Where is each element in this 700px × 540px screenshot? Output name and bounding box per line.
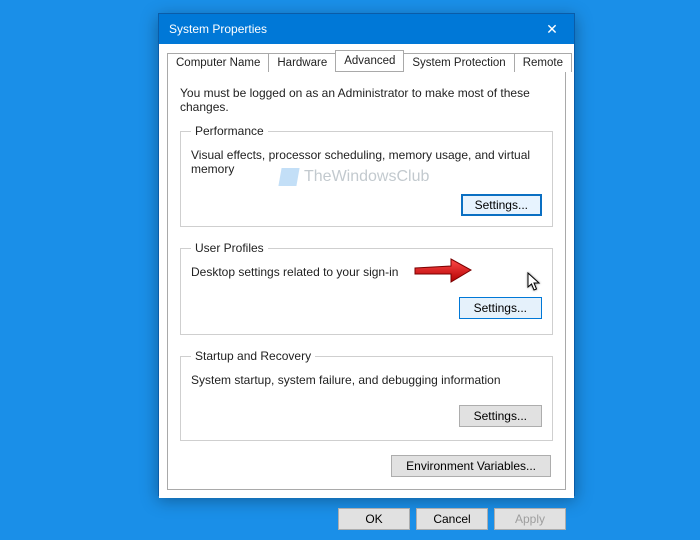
tab-strip: Computer Name Hardware Advanced System P… (167, 50, 566, 71)
close-button[interactable]: ✕ (530, 14, 574, 44)
startup-recovery-group: Startup and Recovery System startup, sys… (180, 349, 553, 441)
user-profiles-group: User Profiles Desktop settings related t… (180, 241, 553, 335)
window-title: System Properties (169, 22, 267, 36)
admin-notice: You must be logged on as an Administrato… (180, 86, 553, 114)
performance-settings-button[interactable]: Settings... (461, 194, 542, 216)
tab-computer-name[interactable]: Computer Name (167, 53, 269, 72)
user-profiles-legend: User Profiles (191, 241, 268, 255)
client-area: Computer Name Hardware Advanced System P… (159, 44, 574, 498)
tab-hardware[interactable]: Hardware (268, 53, 336, 72)
titlebar: System Properties ✕ (159, 14, 574, 44)
tab-system-protection[interactable]: System Protection (403, 53, 514, 72)
environment-variables-button[interactable]: Environment Variables... (391, 455, 551, 477)
user-profiles-settings-button[interactable]: Settings... (459, 297, 542, 319)
startup-recovery-desc: System startup, system failure, and debu… (191, 373, 542, 387)
tab-remote[interactable]: Remote (514, 53, 572, 72)
performance-desc: Visual effects, processor scheduling, me… (191, 148, 542, 176)
tab-advanced[interactable]: Advanced (335, 50, 404, 71)
apply-button[interactable]: Apply (494, 508, 566, 530)
system-properties-window: System Properties ✕ Computer Name Hardwa… (158, 13, 575, 496)
close-icon: ✕ (546, 22, 558, 36)
cancel-button[interactable]: Cancel (416, 508, 488, 530)
ok-button[interactable]: OK (338, 508, 410, 530)
startup-recovery-legend: Startup and Recovery (191, 349, 315, 363)
dialog-footer: OK Cancel Apply (159, 498, 574, 540)
performance-group: Performance Visual effects, processor sc… (180, 124, 553, 227)
performance-legend: Performance (191, 124, 268, 138)
startup-recovery-settings-button[interactable]: Settings... (459, 405, 542, 427)
advanced-tab-panel: You must be logged on as an Administrato… (167, 71, 566, 490)
user-profiles-desc: Desktop settings related to your sign-in (191, 265, 542, 279)
